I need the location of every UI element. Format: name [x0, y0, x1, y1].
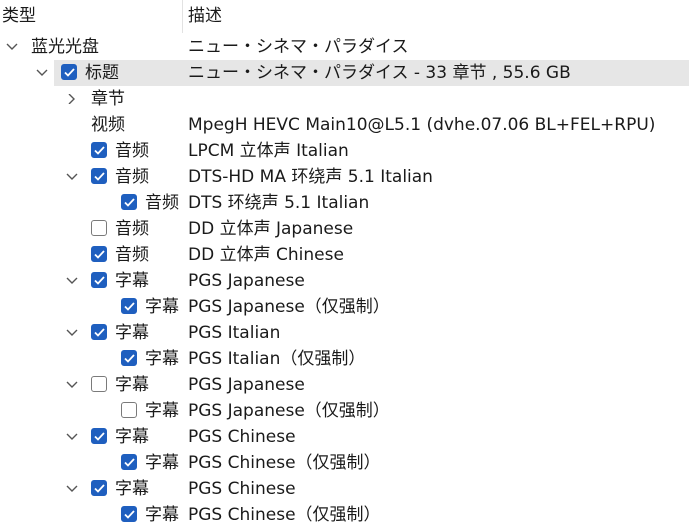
track-checkbox[interactable]: [121, 402, 137, 418]
tree-row-description: PGS Japanese: [188, 375, 305, 395]
track-checkbox[interactable]: [91, 428, 107, 444]
tree-row[interactable]: 字幕 PGS Italian（仅强制）: [0, 346, 689, 372]
chevron-down-icon[interactable]: [63, 424, 81, 450]
tree-row-description: PGS Japanese（仅强制）: [188, 401, 390, 421]
chevron-right-icon[interactable]: [63, 86, 81, 112]
column-header-type[interactable]: 类型: [2, 0, 36, 33]
tree-row[interactable]: 字幕 PGS Chinese（仅强制）: [0, 502, 689, 528]
tree-row-type: 音频: [145, 193, 179, 213]
tree-row-description: DTS 环绕声 5.1 Italian: [188, 193, 370, 213]
tree-row[interactable]: 标题 ニュー・シネマ・パラダイス - 33 章节 , 55.6 GB: [0, 60, 689, 86]
tree-row-type: 音频: [115, 141, 149, 161]
tree-row[interactable]: 字幕 PGS Japanese（仅强制）: [0, 398, 689, 424]
tree-row-type: 字幕: [115, 427, 149, 447]
tree-row-description: PGS Chinese: [188, 479, 296, 499]
chevron-down-icon[interactable]: [63, 476, 81, 502]
tree-row-type: 字幕: [115, 323, 149, 343]
tree-row[interactable]: 音频 DTS 环绕声 5.1 Italian: [0, 190, 689, 216]
chevron-down-icon[interactable]: [63, 320, 81, 346]
tree-row[interactable]: 字幕 PGS Italian: [0, 320, 689, 346]
tree-row-type: 字幕: [145, 401, 179, 421]
tree-row[interactable]: 音频 DD 立体声 Japanese: [0, 216, 689, 242]
chevron-down-icon[interactable]: [63, 372, 81, 398]
tree-row-type: 字幕: [145, 349, 179, 369]
tree-row-type: 字幕: [145, 505, 179, 525]
tree-row-description: PGS Chinese（仅强制）: [188, 453, 381, 473]
track-checkbox[interactable]: [91, 324, 107, 340]
track-checkbox[interactable]: [121, 298, 137, 314]
tree-row-description: PGS Chinese（仅强制）: [188, 505, 381, 525]
tree-row-description: PGS Japanese: [188, 271, 305, 291]
track-checkbox[interactable]: [121, 194, 137, 210]
tree-row-type: 蓝光光盘: [31, 37, 99, 57]
tree-row[interactable]: 音频 DD 立体声 Chinese: [0, 242, 689, 268]
tree-row-description: LPCM 立体声 Italian: [188, 141, 349, 161]
chevron-down-icon[interactable]: [3, 34, 21, 60]
check-icon: [124, 302, 135, 311]
tree-row-type: 视频: [91, 115, 125, 135]
track-checkbox[interactable]: [121, 350, 137, 366]
check-icon: [94, 146, 105, 155]
tree-row-description: DTS-HD MA 环绕声 5.1 Italian: [188, 167, 433, 187]
track-checkbox[interactable]: [91, 168, 107, 184]
check-icon: [124, 354, 135, 363]
track-checkbox[interactable]: [121, 506, 137, 522]
check-icon: [64, 68, 75, 77]
track-checkbox[interactable]: [91, 480, 107, 496]
check-icon: [124, 198, 135, 207]
tree-row[interactable]: 蓝光光盘 ニュー・シネマ・パラダイス: [0, 34, 689, 60]
tree-row-description: PGS Japanese（仅强制）: [188, 297, 390, 317]
tree-row-description: DD 立体声 Japanese: [188, 219, 354, 239]
tree-row-type: 字幕: [115, 271, 149, 291]
tree-row-type: 字幕: [115, 375, 149, 395]
tree-row-type: 标题: [85, 63, 119, 83]
chevron-down-icon[interactable]: [63, 268, 81, 294]
tree-row[interactable]: 字幕 PGS Chinese: [0, 424, 689, 450]
tree-row-type: 章节: [91, 89, 125, 109]
tree-row[interactable]: 音频 LPCM 立体声 Italian: [0, 138, 689, 164]
column-header: 类型 描述: [0, 0, 689, 33]
tree-row[interactable]: 字幕 PGS Japanese: [0, 372, 689, 398]
tree-row-type: 字幕: [115, 479, 149, 499]
tree-row[interactable]: 视频 MpegH HEVC Main10@L5.1 (dvhe.07.06 BL+…: [0, 112, 689, 138]
check-icon: [94, 276, 105, 285]
tree-row[interactable]: 字幕 PGS Japanese: [0, 268, 689, 294]
tree-row-description: ニュー・シネマ・パラダイス - 33 章节 , 55.6 GB: [188, 63, 571, 83]
tree-row-description: PGS Chinese: [188, 427, 296, 447]
chevron-down-icon[interactable]: [33, 60, 51, 86]
track-checkbox[interactable]: [121, 454, 137, 470]
tree-row-description: PGS Italian（仅强制）: [188, 349, 366, 369]
track-checkbox[interactable]: [91, 142, 107, 158]
track-checkbox[interactable]: [91, 376, 107, 392]
check-icon: [94, 250, 105, 259]
tree-row-type: 音频: [115, 245, 149, 265]
track-checkbox[interactable]: [91, 246, 107, 262]
check-icon: [94, 328, 105, 337]
tree-row[interactable]: 字幕 PGS Chinese: [0, 476, 689, 502]
column-divider[interactable]: [182, 0, 183, 33]
check-icon: [94, 432, 105, 441]
tree-row-description: MpegH HEVC Main10@L5.1 (dvhe.07.06 BL+FE…: [188, 115, 656, 135]
track-checkbox[interactable]: [91, 272, 107, 288]
tree-row-type: 字幕: [145, 453, 179, 473]
tree-row-type: 字幕: [145, 297, 179, 317]
tree-row-description: DD 立体声 Chinese: [188, 245, 344, 265]
chevron-down-icon[interactable]: [63, 164, 81, 190]
check-icon: [94, 172, 105, 181]
tree-row-type: 音频: [115, 219, 149, 239]
tree-row-description: ニュー・シネマ・パラダイス: [188, 37, 409, 57]
tree-row[interactable]: 字幕 PGS Chinese（仅强制）: [0, 450, 689, 476]
column-header-description[interactable]: 描述: [188, 0, 222, 33]
check-icon: [94, 484, 105, 493]
tree-row[interactable]: 章节: [0, 86, 689, 112]
track-checkbox[interactable]: [61, 64, 77, 80]
check-icon: [124, 458, 135, 467]
tree-row-description: PGS Italian: [188, 323, 281, 343]
tree-row-type: 音频: [115, 167, 149, 187]
tree-row[interactable]: 字幕 PGS Japanese（仅强制）: [0, 294, 689, 320]
track-checkbox[interactable]: [91, 220, 107, 236]
tree-row[interactable]: 音频 DTS-HD MA 环绕声 5.1 Italian: [0, 164, 689, 190]
check-icon: [124, 510, 135, 519]
